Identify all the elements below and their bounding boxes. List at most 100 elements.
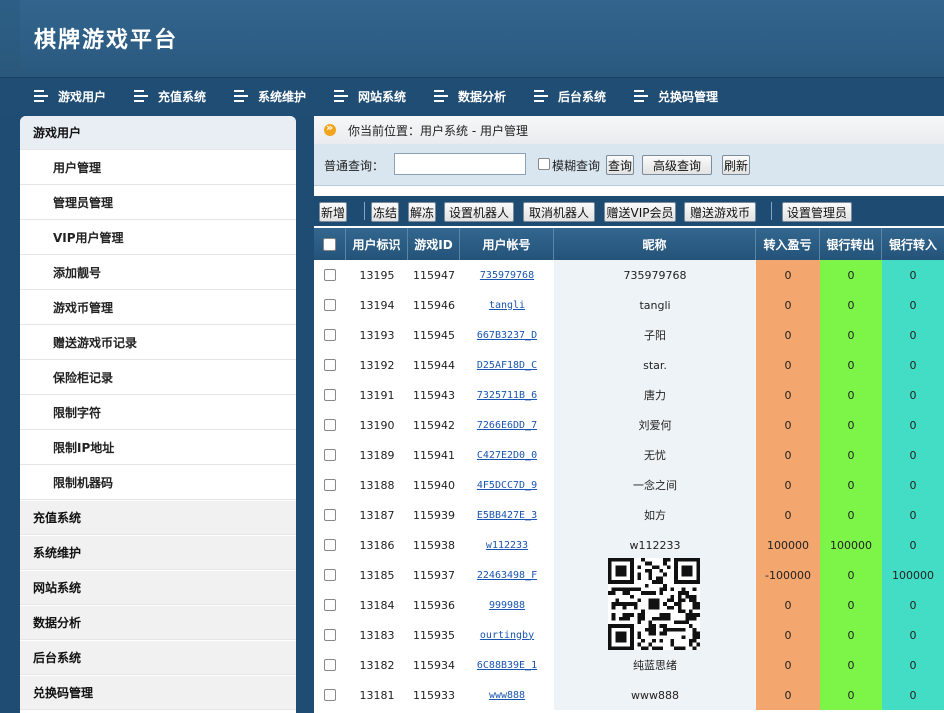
gift-vip-button[interactable]: 赠送VIP会员 [604, 202, 676, 222]
set-robot-button[interactable]: 设置机器人 [444, 202, 514, 222]
gift-coins-button[interactable]: 赠送游戏币 [684, 202, 756, 222]
account-link[interactable]: 7266E6DD_7 [477, 420, 537, 431]
set-admin-button[interactable]: 设置管理员 [782, 202, 852, 222]
nickname-cell: 一念之间 [554, 470, 756, 500]
table-row: 13188 115940 4F5DCC7D_9 一念之间 0 0 0 [314, 470, 944, 500]
bank-in-cell: 0 [882, 680, 944, 710]
table-row: 13192 115944 D25AF18D_C star. 0 0 0 [314, 350, 944, 380]
account-link[interactable]: 4F5DCC7D_9 [477, 480, 537, 491]
nav-item-backend[interactable]: 后台系统 [534, 86, 606, 106]
row-select-cell [314, 590, 346, 620]
account-link[interactable]: www888 [489, 690, 525, 701]
header-bank-out[interactable]: 银行转出 [820, 228, 882, 260]
table-row: 13189 115941 C427E2D0_0 无忧 0 0 0 [314, 440, 944, 470]
transfer-pnl-cell: 100000 [756, 530, 820, 560]
sidebar-item-restricted-ip[interactable]: 限制IP地址 [20, 431, 296, 465]
account-link[interactable]: ourtingby [480, 630, 534, 641]
sidebar-item-user-management[interactable]: 用户管理 [20, 151, 296, 185]
account-link[interactable]: 22463498_F [477, 570, 537, 581]
row-checkbox[interactable] [324, 269, 336, 281]
row-checkbox[interactable] [324, 359, 336, 371]
location-arrow-icon [324, 121, 336, 136]
row-checkbox[interactable] [324, 329, 336, 341]
sidebar-item-restricted-chars[interactable]: 限制字符 [20, 396, 296, 430]
account-link[interactable]: 6C88B39E_1 [477, 660, 537, 671]
header-select-cell [314, 228, 346, 260]
row-checkbox[interactable] [324, 599, 336, 611]
account-link[interactable]: 7325711B_6 [477, 390, 537, 401]
user-key-cell: 13185 [359, 568, 395, 582]
nav-item-game-users[interactable]: 游戏用户 [34, 86, 106, 106]
query-button[interactable]: 查询 [606, 155, 634, 175]
row-checkbox[interactable] [324, 569, 336, 581]
freeze-button[interactable]: 冻结 [371, 202, 399, 222]
app-title: 棋牌游戏平台 [34, 28, 179, 53]
cancel-robot-button[interactable]: 取消机器人 [523, 202, 595, 222]
sidebar-item-coin-management[interactable]: 游戏币管理 [20, 291, 296, 325]
nickname-cell: w112233 [554, 530, 756, 560]
sidebar-section-website[interactable]: 网站系统 [20, 571, 296, 605]
bank-in-cell: 0 [882, 380, 944, 410]
sidebar-item-vip-users[interactable]: VIP用户管理 [20, 221, 296, 255]
nav-item-analytics[interactable]: 数据分析 [434, 86, 506, 106]
sidebar-section-backend[interactable]: 后台系统 [20, 641, 296, 675]
nav-label: 兑换码管理 [658, 89, 719, 104]
sidebar-section-maintenance[interactable]: 系统维护 [20, 536, 296, 570]
add-button[interactable]: 新增 [319, 202, 347, 222]
sidebar-item-add-vanity-id[interactable]: 添加靓号 [20, 256, 296, 290]
sidebar-section-game-users[interactable]: 游戏用户 [20, 116, 296, 150]
row-checkbox[interactable] [324, 389, 336, 401]
sidebar-item-restricted-machine[interactable]: 限制机器码 [20, 466, 296, 500]
header-bank-in[interactable]: 银行转入 [882, 228, 944, 260]
account-link[interactable]: tangli [489, 300, 525, 311]
account-link[interactable]: 999988 [489, 600, 525, 611]
row-checkbox[interactable] [324, 449, 336, 461]
nickname-cell: 无忧 [554, 440, 756, 470]
nav-label: 系统维护 [258, 89, 307, 104]
row-checkbox[interactable] [324, 689, 336, 701]
row-checkbox[interactable] [324, 419, 336, 431]
row-checkbox[interactable] [324, 539, 336, 551]
account-link[interactable]: E5BB427E_3 [477, 510, 537, 521]
refresh-button[interactable]: 刷新 [722, 155, 750, 175]
search-input[interactable] [394, 153, 526, 175]
sidebar-section-redeem-codes[interactable]: 兑换码管理 [20, 676, 296, 710]
sidebar-section-recharge[interactable]: 充值系统 [20, 501, 296, 535]
sidebar-item-coin-gift-log[interactable]: 赠送游戏币记录 [20, 326, 296, 360]
header-account[interactable]: 用户帐号 [460, 228, 554, 260]
sidebar-item-admin-management[interactable]: 管理员管理 [20, 186, 296, 220]
account-cell: E5BB427E_3 [460, 500, 554, 530]
account-link[interactable]: 735979768 [480, 270, 534, 281]
row-checkbox[interactable] [324, 509, 336, 521]
bank-in-cell: 0 [882, 620, 944, 650]
table-row: 13190 115942 7266E6DD_7 刘爱何 0 0 0 [314, 410, 944, 440]
account-link[interactable]: 667B3237_D [477, 330, 537, 341]
nav-item-recharge[interactable]: 充值系统 [134, 86, 206, 106]
header-nickname[interactable]: 昵称 [554, 228, 756, 260]
account-link[interactable]: w112233 [486, 540, 528, 551]
nav-item-redeem-codes[interactable]: 兑换码管理 [634, 86, 718, 106]
header-game-id[interactable]: 游戏ID [408, 228, 460, 260]
row-checkbox[interactable] [324, 659, 336, 671]
account-link[interactable]: D25AF18D_C [477, 360, 537, 371]
select-all-checkbox[interactable] [323, 237, 336, 251]
bank-in-cell: 0 [882, 440, 944, 470]
fuzzy-search-checkbox[interactable] [538, 158, 550, 170]
row-checkbox[interactable] [324, 629, 336, 641]
sidebar: 游戏用户 用户管理 管理员管理 VIP用户管理 添加靓号 游戏币管理 赠送游戏币… [20, 116, 296, 713]
header-user-key[interactable]: 用户标识 [346, 228, 408, 260]
nav-item-website[interactable]: 网站系统 [334, 86, 406, 106]
row-select-cell [314, 470, 346, 500]
account-link[interactable]: C427E2D0_0 [477, 450, 537, 461]
game-id-cell: 115947 [413, 268, 455, 282]
advanced-query-button[interactable]: 高级查询 [642, 155, 712, 175]
unfreeze-button[interactable]: 解冻 [408, 202, 436, 222]
header-transfer-pnl[interactable]: 转入盈亏 [756, 228, 820, 260]
bank-out-cell: 0 [820, 500, 882, 530]
nav-item-maintenance[interactable]: 系统维护 [234, 86, 306, 106]
account-cell: 6C88B39E_1 [460, 650, 554, 680]
row-checkbox[interactable] [324, 479, 336, 491]
sidebar-item-vault-log[interactable]: 保险柜记录 [20, 361, 296, 395]
sidebar-section-analytics[interactable]: 数据分析 [20, 606, 296, 640]
row-checkbox[interactable] [324, 299, 336, 311]
